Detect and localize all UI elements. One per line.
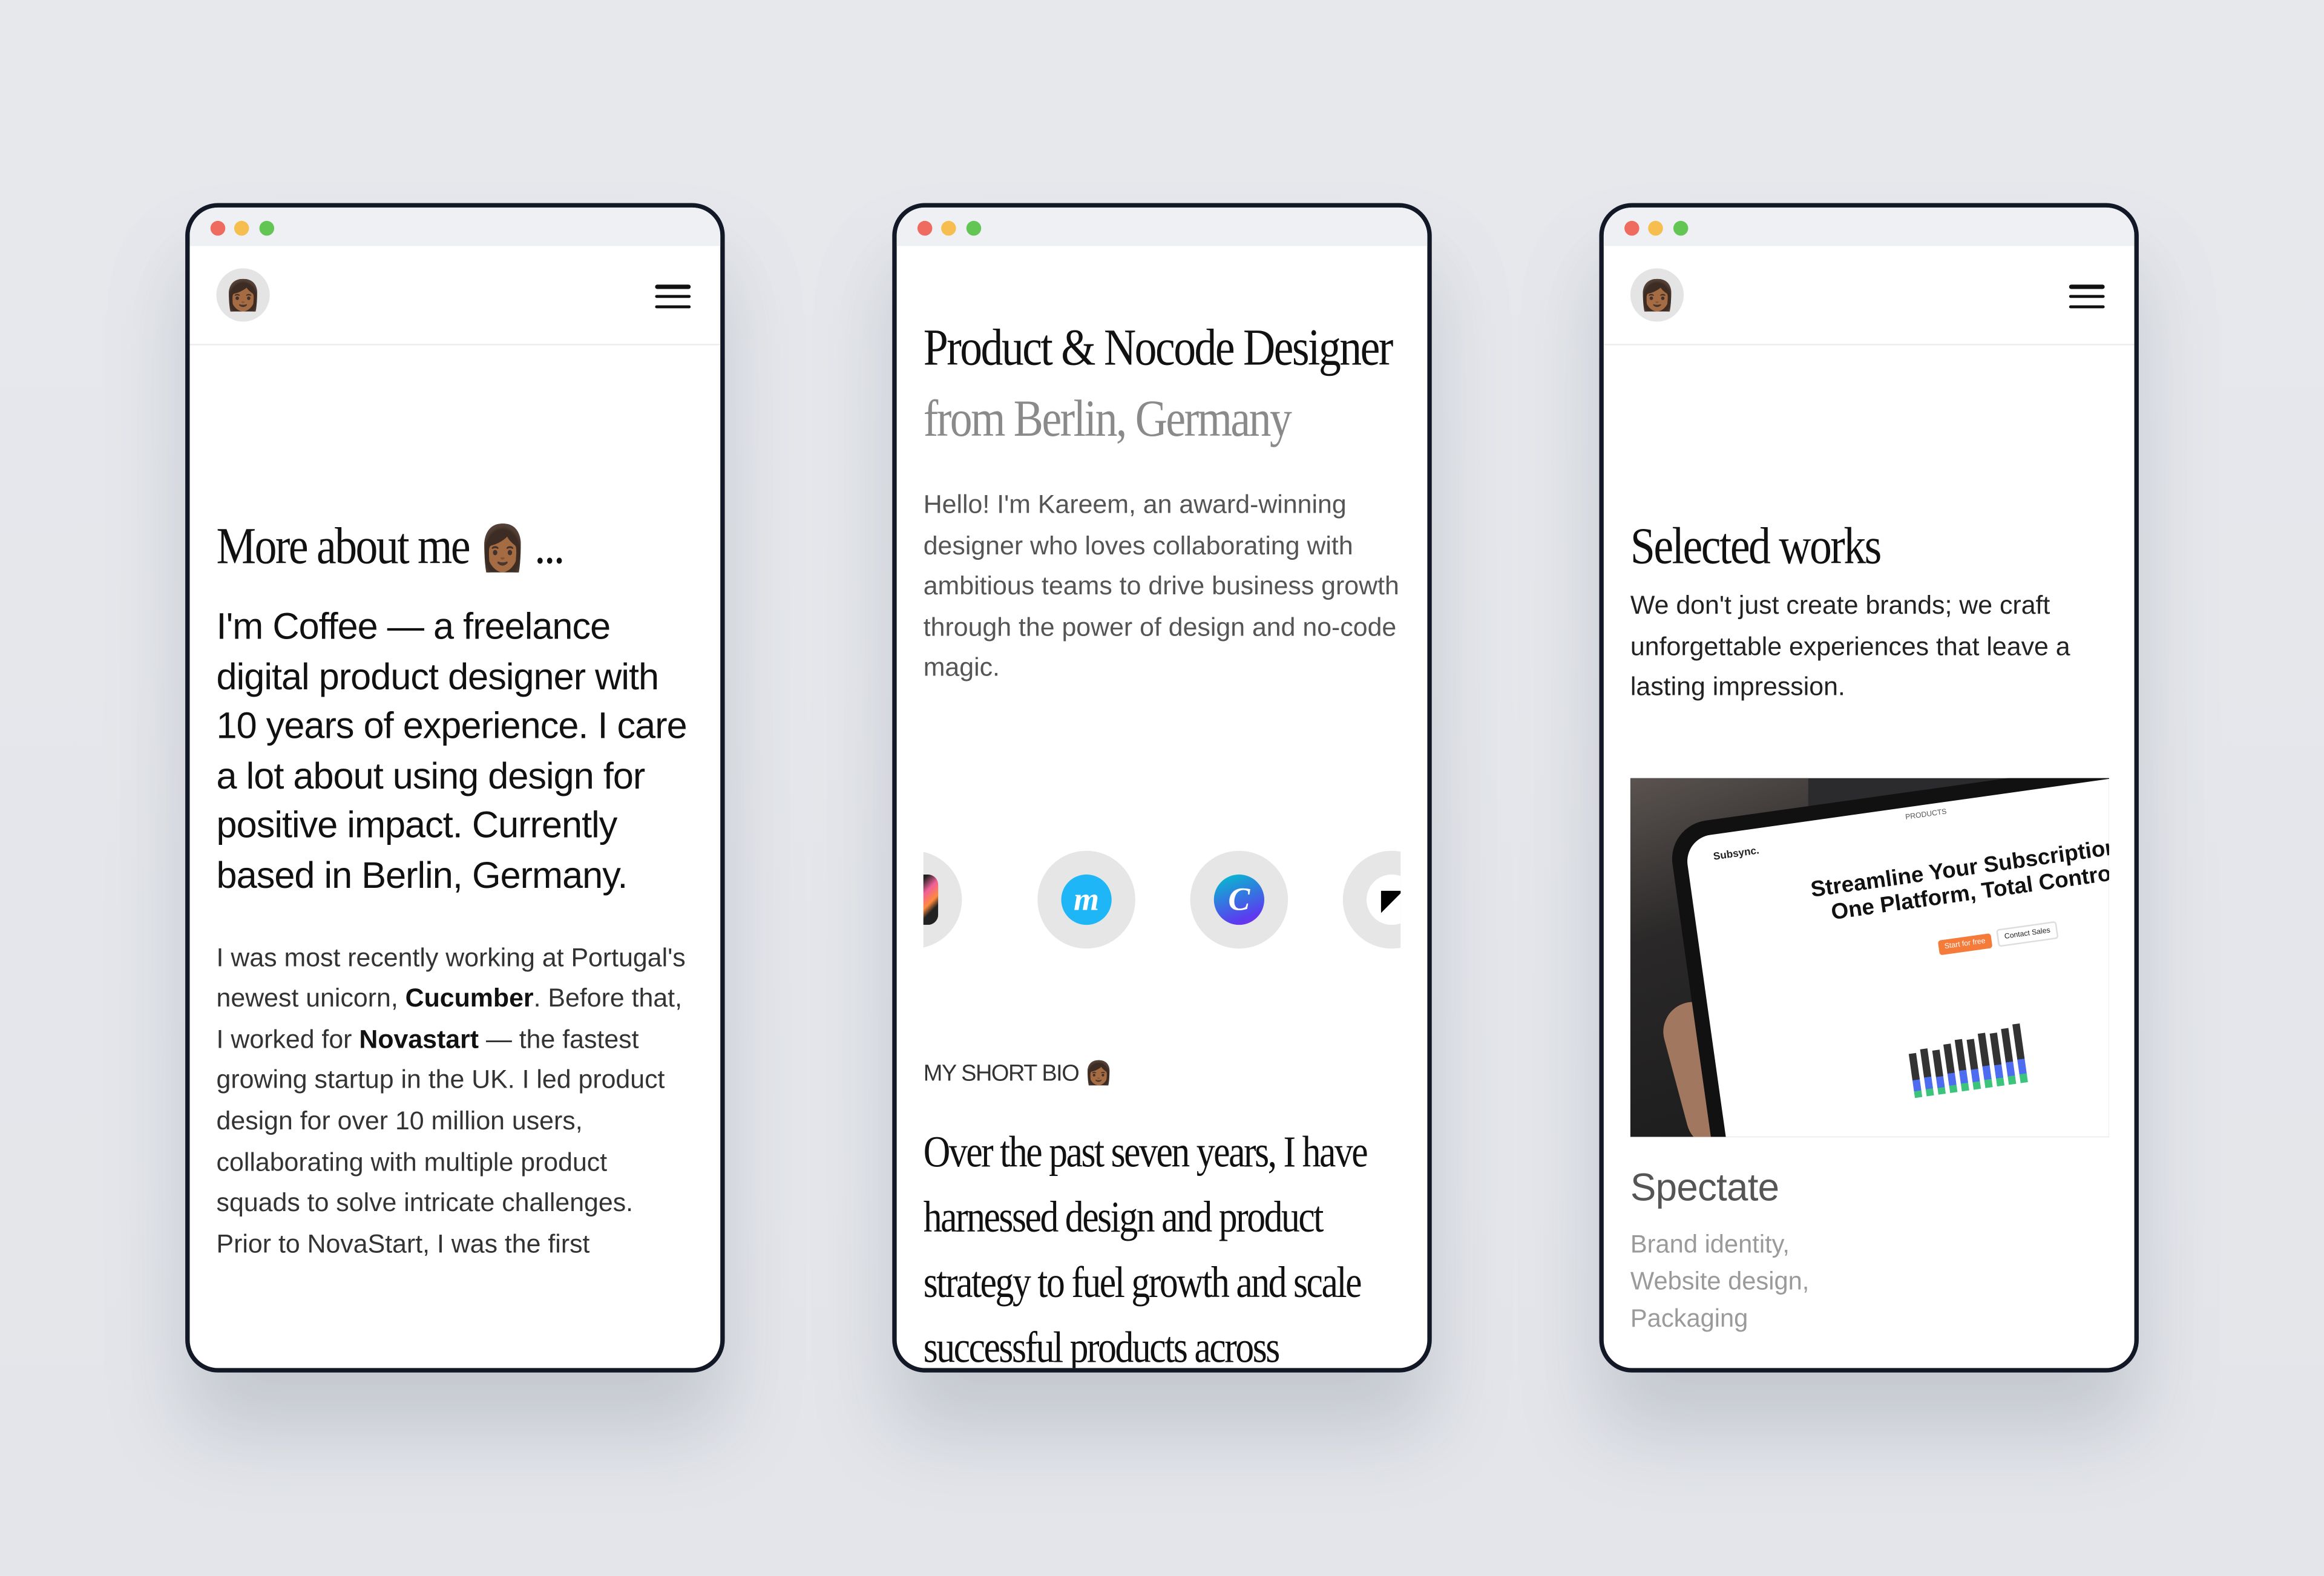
hamburger-menu-icon[interactable] — [2069, 284, 2105, 309]
page-title: More about me 👩🏾 ... — [216, 517, 565, 576]
works-section: Selected works We don't just create bran… — [1630, 511, 2108, 708]
phone-mockup-about: 👩🏾 More about me 👩🏾 ... I'm Coffee — a f… — [185, 203, 725, 1373]
bio-text: Over the past seven years, I have harnes… — [923, 1128, 1368, 1373]
lead-paragraph: I'm Coffee — a freelance digital product… — [216, 606, 688, 897]
section-title: Selected works — [1630, 517, 1882, 576]
window-titlebar — [1603, 207, 2135, 246]
hero-title: Product & Nocode Designer from Berlin, G… — [923, 318, 1394, 448]
avatar[interactable]: 👩🏾 — [1630, 268, 1684, 322]
window-titlebar — [896, 207, 1428, 246]
bio-section: MY SHORT BIO 👩🏾 Over the past seven year… — [923, 1060, 1401, 1373]
bio-label: MY SHORT BIO 👩🏾 — [923, 1061, 1113, 1087]
minimize-dot-icon[interactable] — [941, 220, 956, 236]
tools-carousel[interactable]: m C ◤ — [923, 848, 1401, 951]
intro-paragraph: Hello! I'm Kareem, an award-winning desi… — [923, 489, 1399, 683]
project-info: Spectate Brand identity, Website design,… — [1630, 1165, 2108, 1337]
hamburger-menu-icon[interactable] — [655, 284, 691, 309]
phone-mockup-intro: Product & Nocode Designer from Berlin, G… — [892, 203, 1432, 1373]
maximize-dot-icon[interactable] — [966, 220, 982, 236]
woman-emoji-icon: 👩🏾 — [1084, 1061, 1112, 1087]
avatar[interactable]: 👩🏾 — [216, 268, 270, 322]
about-section: More about me 👩🏾 ... I'm Coffee — a free… — [217, 511, 694, 1265]
navbar: 👩🏾 — [189, 246, 721, 346]
tablet-image: Subsync. PRODUCTS Streamline Your Subscr… — [1667, 778, 2109, 1137]
canva-icon[interactable]: C — [1190, 850, 1288, 949]
minimize-dot-icon[interactable] — [1648, 220, 1663, 236]
hero-section: Product & Nocode Designer from Berlin, G… — [924, 313, 1401, 689]
window-titlebar — [189, 207, 721, 246]
close-dot-icon[interactable] — [917, 220, 933, 236]
tag: Packaging — [1630, 1304, 1748, 1333]
close-dot-icon[interactable] — [210, 220, 226, 236]
navbar: 👩🏾 — [1603, 246, 2135, 346]
close-dot-icon[interactable] — [1624, 220, 1640, 236]
project-title[interactable]: Spectate — [1630, 1165, 2108, 1211]
body-paragraph: I was most recently working at Portugal'… — [216, 942, 686, 1258]
make-icon[interactable]: m — [1037, 850, 1135, 949]
project-thumbnail-spectate[interactable]: Subsync. PRODUCTS Streamline Your Subscr… — [1630, 778, 2109, 1137]
maximize-dot-icon[interactable] — [1673, 220, 1689, 236]
tag: Website design, — [1630, 1267, 1810, 1296]
tag: Brand identity, — [1630, 1230, 1790, 1259]
framer-icon[interactable]: ◤ — [1342, 850, 1401, 949]
works-intro: We don't just create brands; we craft un… — [1630, 589, 2070, 701]
maximize-dot-icon[interactable] — [259, 220, 275, 236]
woman-emoji-icon: 👩🏾 — [478, 524, 527, 574]
phone-mockup-works: 👩🏾 Selected works We don't just create b… — [1599, 203, 2139, 1373]
stage: 👩🏾 More about me 👩🏾 ... I'm Coffee — a f… — [0, 0, 2324, 1576]
minimize-dot-icon[interactable] — [234, 220, 249, 236]
procreate-icon[interactable] — [923, 850, 962, 949]
project-tags: Brand identity, Website design, Packagin… — [1630, 1226, 2108, 1337]
